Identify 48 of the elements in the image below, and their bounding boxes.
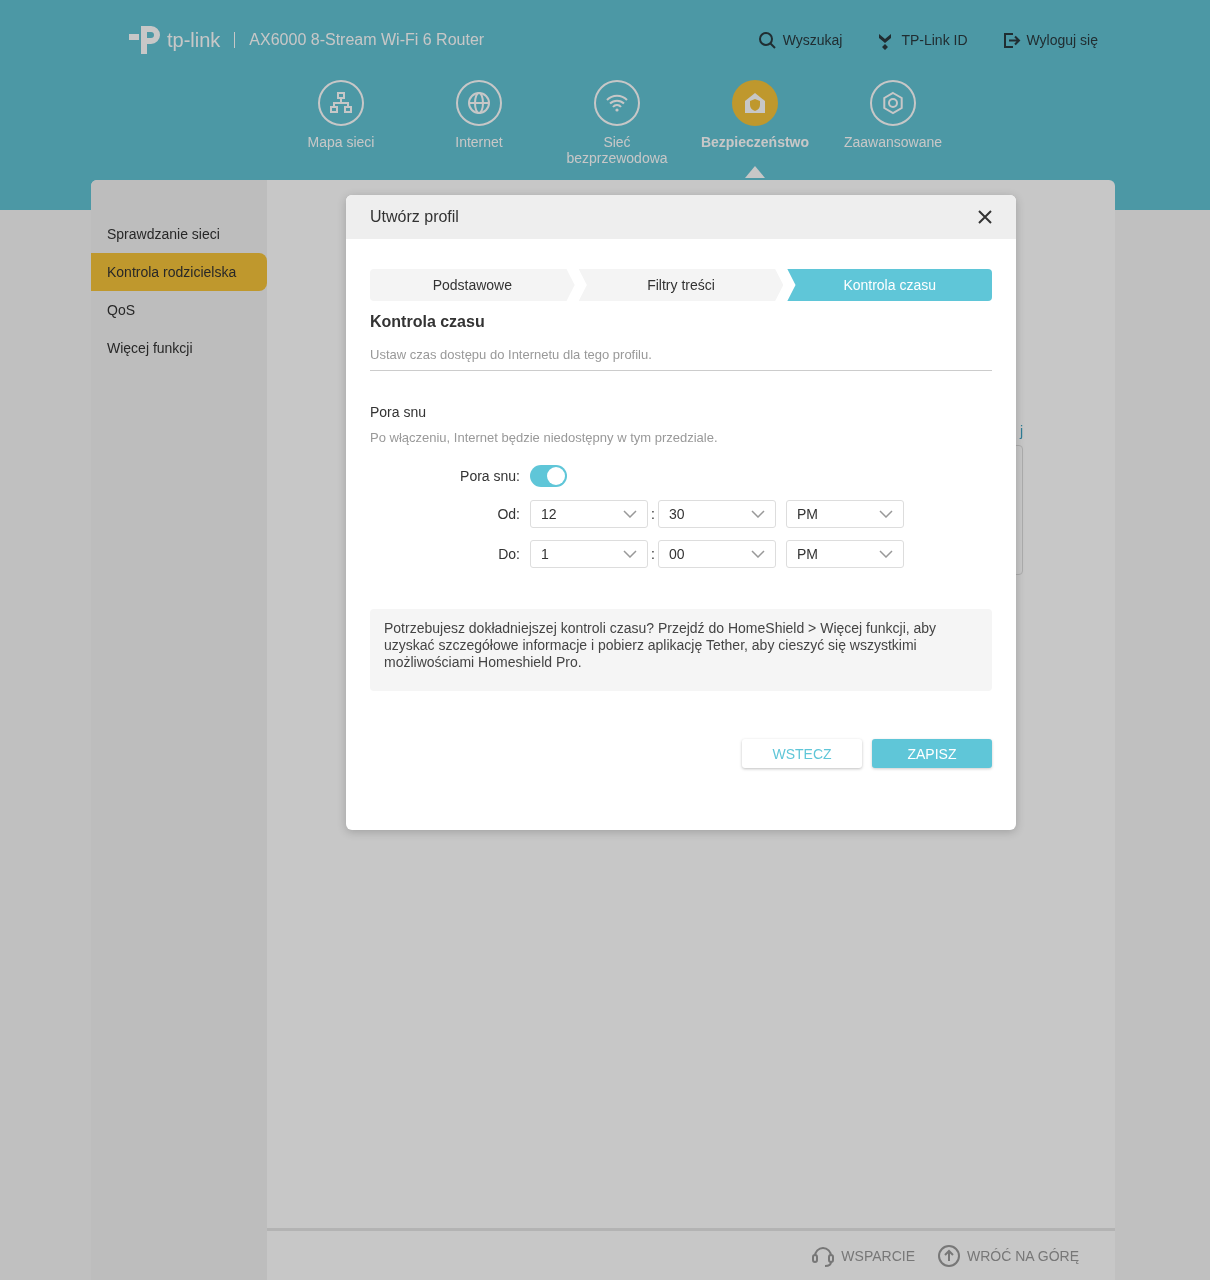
- search-icon: [757, 30, 777, 50]
- chevron-down-icon: [623, 510, 637, 518]
- close-icon: [978, 210, 992, 224]
- chevron-down-icon: [879, 550, 893, 558]
- info-note: Potrzebujesz dokładniejszej kontroli czasu? Przejdź do HomeShield > Więcej funkcji, aby uzyskać szczegółowe informacje i pobierz aplikację Tether, aby cieszyć się wszystkimi możliwościami Homeshield Pro.: [370, 609, 992, 691]
- link-text[interactable]: j: [1019, 423, 1023, 439]
- section-description: Ustaw czas dostępu do Internetu dla tego profilu.: [370, 347, 992, 371]
- step-tab[interactable]: Filtry treści: [578, 269, 784, 301]
- logo-text: tp-link: [167, 28, 221, 52]
- header-link[interactable]: TP-Link ID: [876, 30, 968, 50]
- arrow-up-circle-icon: [937, 1243, 961, 1268]
- gear-icon: [881, 91, 905, 115]
- footer-link[interactable]: WSPARCIE: [811, 1243, 915, 1268]
- network-icon: [329, 91, 353, 115]
- field-label: Do:: [497, 546, 521, 562]
- time-separator: :: [650, 546, 656, 562]
- step-tab[interactable]: Podstawowe: [370, 269, 575, 301]
- chevron-down-icon: [879, 510, 893, 518]
- logout-icon: [1001, 30, 1021, 50]
- dialog-title: Utwórz profil: [370, 208, 459, 226]
- product-name: AX6000 8-Stream Wi-Fi 6 Router: [249, 31, 485, 49]
- dropdown[interactable]: PM: [786, 540, 904, 568]
- subsection-description: Po włączeniu, Internet będzie niedostępny w tym przedziale.: [370, 430, 719, 445]
- chevron-down-icon: [751, 510, 765, 518]
- dropdown[interactable]: 1: [530, 540, 648, 568]
- sidebar-item[interactable]: Sprawdzanie sieci: [91, 215, 267, 253]
- dropdown[interactable]: 12: [530, 500, 648, 528]
- globe-icon: [467, 91, 491, 115]
- footer-link[interactable]: WRÓĆ NA GÓRĘ: [937, 1243, 1079, 1268]
- close-button[interactable]: [978, 210, 992, 224]
- chevron-down-icon: [751, 550, 765, 558]
- sidebar-item[interactable]: Kontrola rodzicielska: [91, 253, 267, 291]
- sidebar-item[interactable]: QoS: [91, 291, 267, 329]
- header-link[interactable]: Wyloguj się: [1001, 30, 1098, 50]
- field-label: Od:: [496, 506, 521, 522]
- dropdown[interactable]: 00: [658, 540, 776, 568]
- dropdown[interactable]: 30: [658, 500, 776, 528]
- sidebar-item[interactable]: Więcej funkcji: [91, 329, 267, 367]
- dropdown[interactable]: PM: [786, 500, 904, 528]
- toggle-switch[interactable]: [530, 465, 567, 487]
- chevron-down-icon: [623, 550, 637, 558]
- field-label: Pora snu:: [459, 468, 521, 484]
- section-title: Kontrola czasu: [370, 313, 486, 331]
- house-shield-icon: [743, 91, 767, 115]
- header-link[interactable]: Wyszukaj: [757, 30, 843, 50]
- subsection-title: Pora snu: [370, 404, 428, 420]
- logo-icon: [127, 24, 161, 56]
- time-separator: :: [650, 506, 656, 522]
